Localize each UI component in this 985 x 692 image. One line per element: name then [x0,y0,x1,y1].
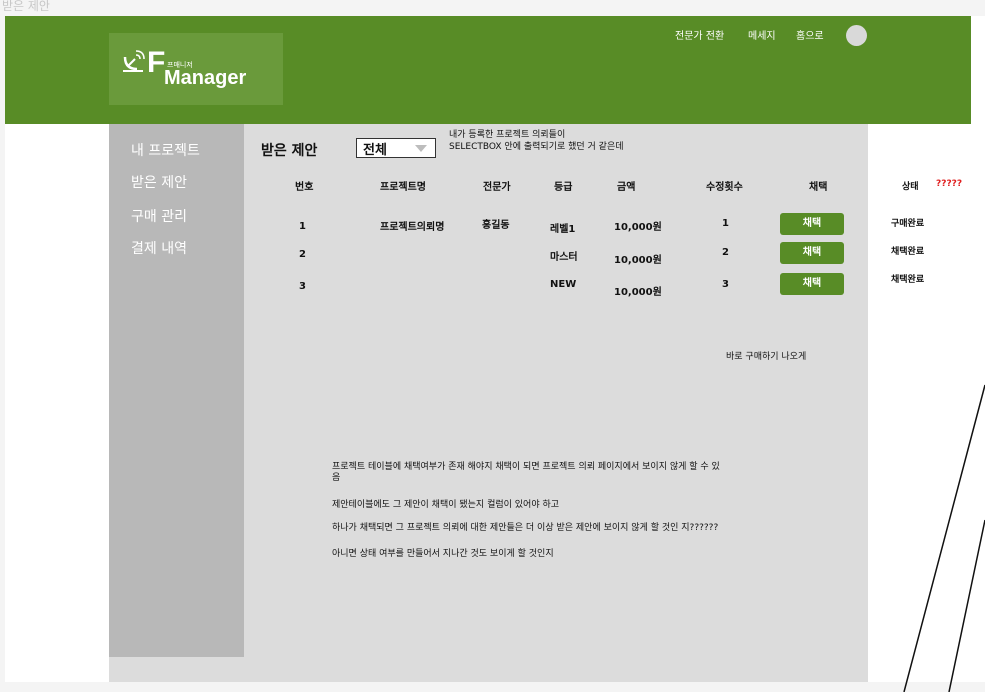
nav-messages[interactable]: 메세지 [748,27,776,42]
sidebar-bottom-strip [109,657,244,682]
sidebar-item-received-proposals[interactable]: 받은 제안 [131,172,187,192]
col-header-no: 번호 [295,182,314,193]
status-badge: 구매완료 [891,219,925,229]
page-canvas: F 프매니저 Manager 전문가 전환 메세지 홈으로 내 프로젝트 받은 … [5,16,985,682]
annotation-selectbox: 내가 등록한 프로젝트 의뢰들이 SELECTBOX 안에 출력되기로 했던 거… [449,129,624,153]
cell-revisions: 2 [722,247,729,258]
cell-grade: 마스터 [550,252,578,263]
logo[interactable]: F 프매니저 Manager [109,33,283,105]
chevron-down-icon [415,145,427,152]
col-header-amount: 금액 [617,182,636,193]
cell-revisions: 1 [722,218,729,229]
cell-amount: 10,000원 [614,287,662,298]
col-header-select: 채택 [809,182,828,193]
satellite-dish-icon [123,50,145,72]
cell-no: 1 [299,221,306,232]
cell-amount: 10,000원 [614,255,662,266]
main-content: 받은 제안 전체 내가 등록한 프로젝트 의뢰들이 SELECTBOX 안에 출… [244,124,868,682]
cell-expert: 홍길동 [482,220,510,231]
col-header-revisions: 수정횟수 [706,182,743,193]
annotation-buy-now: 바로 구매하기 나오게 [726,352,807,362]
logo-f: F [147,46,166,79]
status-badge: 채택완료 [891,275,925,285]
annotation-body-1: 프로젝트 테이블에 채택여부가 존재 해야지 채택이 되면 프로젝트 의뢰 페이… [332,462,720,483]
nav-home[interactable]: 홈으로 [796,27,824,42]
project-filter-select[interactable]: 전체 [356,138,436,158]
avatar[interactable] [846,25,867,46]
annotation-selectbox-line2: SELECTBOX 안에 출력되기로 했던 거 같은데 [449,142,624,152]
annotation-body-2: 제안테이블에도 그 제안이 채택이 됐는지 컬럼이 있어야 하고 [332,500,560,510]
annotation-body-4: 아니면 상태 여부를 만들어서 지나간 것도 보이게 할 것인지 [332,549,554,559]
cell-revisions: 3 [722,279,729,290]
select-button[interactable]: 채택 [780,273,844,295]
sidebar: 내 프로젝트 받은 제안 구매 관리 결제 내역 [109,124,244,657]
annotation-selectbox-line1: 내가 등록한 프로젝트 의뢰들이 [449,130,566,140]
col-header-expert: 전문가 [483,182,511,193]
sidebar-item-purchase-management[interactable]: 구매 관리 [131,206,187,226]
nav-switch-expert[interactable]: 전문가 전환 [675,27,724,42]
cell-no: 3 [299,281,306,292]
header: F 프매니저 Manager 전문가 전환 메세지 홈으로 [5,16,971,124]
status-header: 상태 [902,182,919,192]
cell-amount: 10,000원 [614,222,662,233]
sidebar-item-payment-history[interactable]: 결제 내역 [131,238,187,258]
select-value: 전체 [363,143,387,158]
cell-grade: 레벨1 [550,224,576,235]
status-question: ????? [936,179,963,189]
status-badge: 채택완료 [891,247,925,257]
cell-no: 2 [299,249,306,260]
page-title: 받은 제안 [261,143,318,159]
sidebar-item-my-projects[interactable]: 내 프로젝트 [131,140,200,160]
cell-project: 프로젝트의뢰명 [380,222,445,233]
annotation-body-3: 하나가 채택되면 그 프로젝트 의뢰에 대한 제안들은 더 이상 받은 제안에 … [332,523,719,533]
cell-grade: NEW [550,279,577,290]
col-header-grade: 등급 [554,182,573,193]
frame-label: 받은 제안 [2,0,50,13]
select-button[interactable]: 채택 [780,213,844,235]
select-button[interactable]: 채택 [780,242,844,264]
logo-manager-text: Manager [164,67,247,89]
col-header-project: 프로젝트명 [380,182,426,193]
